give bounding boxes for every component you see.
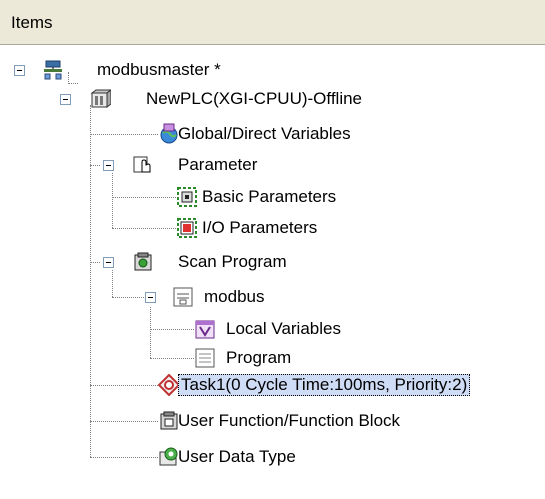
scan-program-icon <box>132 251 154 273</box>
items-header: Items <box>0 0 545 45</box>
expander-scan-program[interactable] <box>103 257 114 268</box>
tree-item-parameter[interactable]: Parameter <box>176 154 259 176</box>
parameter-icon <box>132 154 154 176</box>
tree-item-root[interactable]: modbusmaster * <box>95 59 223 81</box>
expander-plc[interactable] <box>60 94 71 105</box>
local-variables-icon <box>194 318 216 340</box>
basic-parameters-icon <box>176 186 198 208</box>
expander-parameter[interactable] <box>103 160 114 171</box>
tree-item-user-function[interactable]: User Function/Function Block <box>176 410 402 432</box>
tree-item-local-variables[interactable]: Local Variables <box>224 318 343 340</box>
plc-icon <box>89 88 111 110</box>
tree-item-basic-parameters[interactable]: Basic Parameters <box>200 186 338 208</box>
expander-modbus[interactable] <box>145 292 156 303</box>
tree-item-modbus[interactable]: modbus <box>202 286 266 308</box>
tree-item-global-variables[interactable]: Global/Direct Variables <box>176 123 353 145</box>
tree-item-user-data-type[interactable]: User Data Type <box>176 446 298 468</box>
io-parameters-icon <box>176 217 198 239</box>
expander-root[interactable] <box>14 65 25 76</box>
tree-item-scan-program[interactable]: Scan Program <box>176 251 289 273</box>
items-header-label: Items <box>11 13 53 32</box>
project-tree[interactable]: modbusmaster * NewPLC(XGI-CPUU)-Offline … <box>0 45 545 499</box>
tree-item-plc[interactable]: NewPLC(XGI-CPUU)-Offline <box>144 88 364 110</box>
network-icon <box>42 59 64 81</box>
tree-item-io-parameters[interactable]: I/O Parameters <box>200 217 319 239</box>
tree-item-task1[interactable]: Task1(0 Cycle Time:100ms, Priority:2) <box>178 374 471 396</box>
task-icon <box>158 374 180 396</box>
program-icon <box>194 347 216 369</box>
program-block-icon <box>172 286 194 308</box>
tree-item-program[interactable]: Program <box>224 347 293 369</box>
